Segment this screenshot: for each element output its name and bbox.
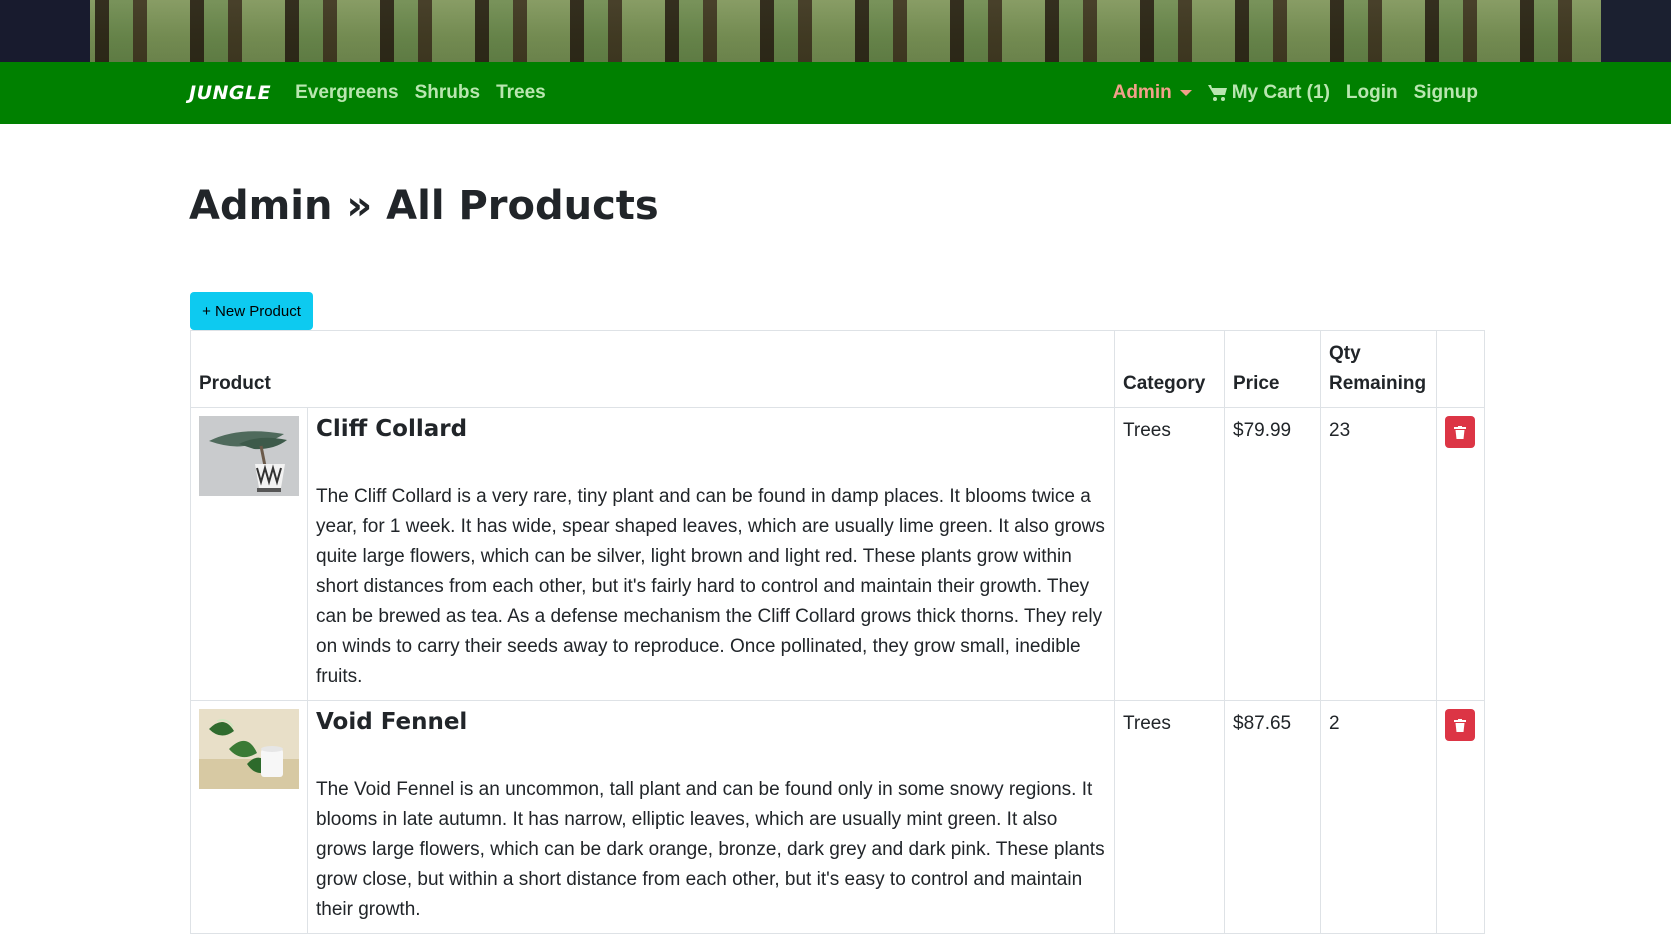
new-product-button[interactable]: + New Product <box>190 292 313 330</box>
login-link[interactable]: Login <box>1346 82 1398 104</box>
product-price: $79.99 <box>1224 407 1321 701</box>
table-row: Cliff Collard The Cliff Collard is a ver… <box>190 407 1485 701</box>
admin-dropdown[interactable]: Admin <box>1113 82 1192 104</box>
pothos-plant-icon <box>199 709 299 789</box>
header-price: Price <box>1224 330 1321 408</box>
product-info-cell: Cliff Collard The Cliff Collard is a ver… <box>307 407 1115 701</box>
bonsai-plant-icon <box>199 416 299 496</box>
table-row: Void Fennel The Void Fennel is an uncomm… <box>190 700 1485 934</box>
product-actions-cell <box>1436 407 1485 701</box>
delete-product-button[interactable] <box>1445 416 1475 448</box>
product-name[interactable]: Cliff Collard <box>316 416 1106 442</box>
chevron-down-icon <box>1179 90 1192 96</box>
product-description: The Cliff Collard is a very rare, tiny p… <box>316 486 1105 687</box>
product-info-cell: Void Fennel The Void Fennel is an uncomm… <box>307 700 1115 934</box>
table-header-row: Product Category Price Qty Remaining <box>190 330 1485 408</box>
cart-link[interactable]: My Cart (1) <box>1207 82 1330 104</box>
hero-shadow-right <box>1601 0 1671 62</box>
nav-link-evergreens[interactable]: Evergreens <box>295 82 399 104</box>
delete-product-button[interactable] <box>1445 709 1475 741</box>
product-qty: 2 <box>1320 700 1437 934</box>
admin-dropdown-label: Admin <box>1112 82 1172 103</box>
page-title: Admin » All Products <box>189 183 659 229</box>
nav-link-shrubs[interactable]: Shrubs <box>415 82 480 104</box>
cart-link-label: My Cart (1) <box>1231 82 1330 103</box>
navbar-inner: JUNGLE Evergreens Shrubs Trees Admin My … <box>189 62 1478 124</box>
products-table: Product Category Price Qty Remaining Cli… <box>190 330 1485 934</box>
navbar-right: Admin My Cart (1) Login Signup <box>1113 82 1478 104</box>
signup-link[interactable]: Signup <box>1414 82 1478 104</box>
product-image-cell <box>190 700 308 934</box>
hero-shadow-left <box>0 0 90 62</box>
product-name[interactable]: Void Fennel <box>316 709 1106 735</box>
product-description: The Void Fennel is an uncommon, tall pla… <box>316 779 1105 920</box>
product-price: $87.65 <box>1224 700 1321 934</box>
trash-icon <box>1454 718 1466 732</box>
header-product: Product <box>190 330 1115 408</box>
product-category: Trees <box>1114 407 1225 701</box>
product-qty: 23 <box>1320 407 1437 701</box>
product-image-cell <box>190 407 308 701</box>
shopping-cart-icon <box>1207 85 1227 101</box>
brand-logo[interactable]: JUNGLE <box>189 82 271 104</box>
hero-banner <box>0 0 1671 62</box>
header-actions <box>1436 330 1485 408</box>
product-category: Trees <box>1114 700 1225 934</box>
product-actions-cell <box>1436 700 1485 934</box>
navbar: JUNGLE Evergreens Shrubs Trees Admin My … <box>0 62 1671 124</box>
nav-link-trees[interactable]: Trees <box>496 82 546 104</box>
header-category: Category <box>1114 330 1225 408</box>
trash-icon <box>1454 425 1466 439</box>
header-qty: Qty Remaining <box>1320 330 1437 408</box>
